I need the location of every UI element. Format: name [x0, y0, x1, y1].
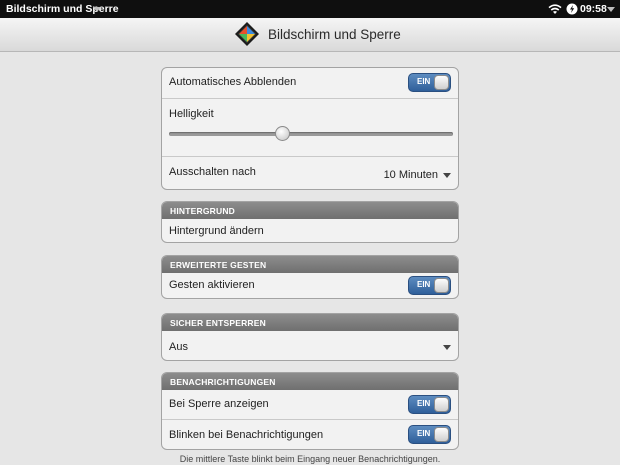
enable-gestures-row: Gesten aktivieren EIN: [162, 273, 458, 298]
toggle-state-label: EIN: [417, 399, 431, 408]
secure-unlock-row[interactable]: Aus: [162, 331, 458, 360]
brightness-slider-track[interactable]: [169, 132, 453, 136]
blink-notifications-label: Blinken bei Benachrichtigungen: [169, 429, 324, 441]
page-title: Bildschirm und Sperre: [268, 27, 401, 42]
show-when-locked-label: Bei Sperre anzeigen: [169, 398, 269, 410]
turn-off-label: Ausschalten nach: [169, 166, 256, 178]
page-header: Bildschirm und Sperre: [0, 18, 620, 52]
brightness-slider-thumb[interactable]: [275, 126, 291, 141]
chevron-down-icon[interactable]: [93, 7, 101, 12]
gestures-header: ERWEITERTE GESTEN: [162, 256, 458, 273]
toggle-knob[interactable]: [434, 427, 449, 442]
secure-unlock-header: SICHER ENTSPERREN: [162, 314, 458, 331]
blink-notifications-toggle[interactable]: EIN: [408, 425, 451, 444]
brightness-row: Helligkeit: [162, 98, 458, 156]
status-app-title[interactable]: Bildschirm und Sperre: [6, 3, 119, 15]
screen-lock-app-icon: [235, 22, 259, 46]
notifications-footnote: Die mittlere Taste blinkt beim Eingang n…: [179, 454, 441, 464]
display-settings-group: Automatisches Abblenden EIN Helligkeit A…: [161, 67, 459, 190]
notifications-group: BENACHRICHTIGUNGEN Bei Sperre anzeigen E…: [161, 372, 459, 450]
auto-dim-label: Automatisches Abblenden: [169, 76, 297, 88]
auto-dim-toggle[interactable]: EIN: [408, 73, 451, 92]
toggle-state-label: EIN: [417, 280, 431, 289]
enable-gestures-toggle[interactable]: EIN: [408, 276, 451, 295]
toggle-state-label: EIN: [417, 77, 431, 86]
gestures-group: ERWEITERTE GESTEN Gesten aktivieren EIN: [161, 255, 459, 299]
show-when-locked-row: Bei Sperre anzeigen EIN: [162, 390, 458, 419]
status-bar: Bildschirm und Sperre 09:58: [0, 0, 620, 18]
chevron-down-icon[interactable]: [443, 345, 451, 350]
brightness-label: Helligkeit: [169, 108, 214, 120]
blink-notifications-row: Blinken bei Benachrichtigungen EIN: [162, 419, 458, 449]
battery-icon: [566, 3, 578, 15]
secure-unlock-value[interactable]: Aus: [169, 341, 188, 353]
turn-off-value[interactable]: 10 Minuten: [384, 169, 438, 181]
change-wallpaper-label[interactable]: Hintergrund ändern: [169, 225, 264, 237]
chevron-down-icon[interactable]: [443, 173, 451, 178]
notifications-header: BENACHRICHTIGUNGEN: [162, 373, 458, 390]
wifi-icon: [548, 4, 562, 14]
wallpaper-group: HINTERGRUND Hintergrund ändern: [161, 201, 459, 243]
toggle-state-label: EIN: [417, 429, 431, 438]
chevron-down-icon[interactable]: [607, 7, 615, 12]
auto-dim-row: Automatisches Abblenden EIN: [162, 68, 458, 98]
secure-unlock-group: SICHER ENTSPERREN Aus: [161, 313, 459, 361]
toggle-knob[interactable]: [434, 278, 449, 293]
toggle-knob[interactable]: [434, 397, 449, 412]
status-clock: 09:58: [580, 3, 607, 15]
toggle-knob[interactable]: [434, 75, 449, 90]
change-wallpaper-row[interactable]: Hintergrund ändern: [162, 219, 458, 242]
turn-off-row[interactable]: Ausschalten nach 10 Minuten: [162, 156, 458, 189]
enable-gestures-label: Gesten aktivieren: [169, 279, 255, 291]
show-when-locked-toggle[interactable]: EIN: [408, 395, 451, 414]
wallpaper-header: HINTERGRUND: [162, 202, 458, 219]
